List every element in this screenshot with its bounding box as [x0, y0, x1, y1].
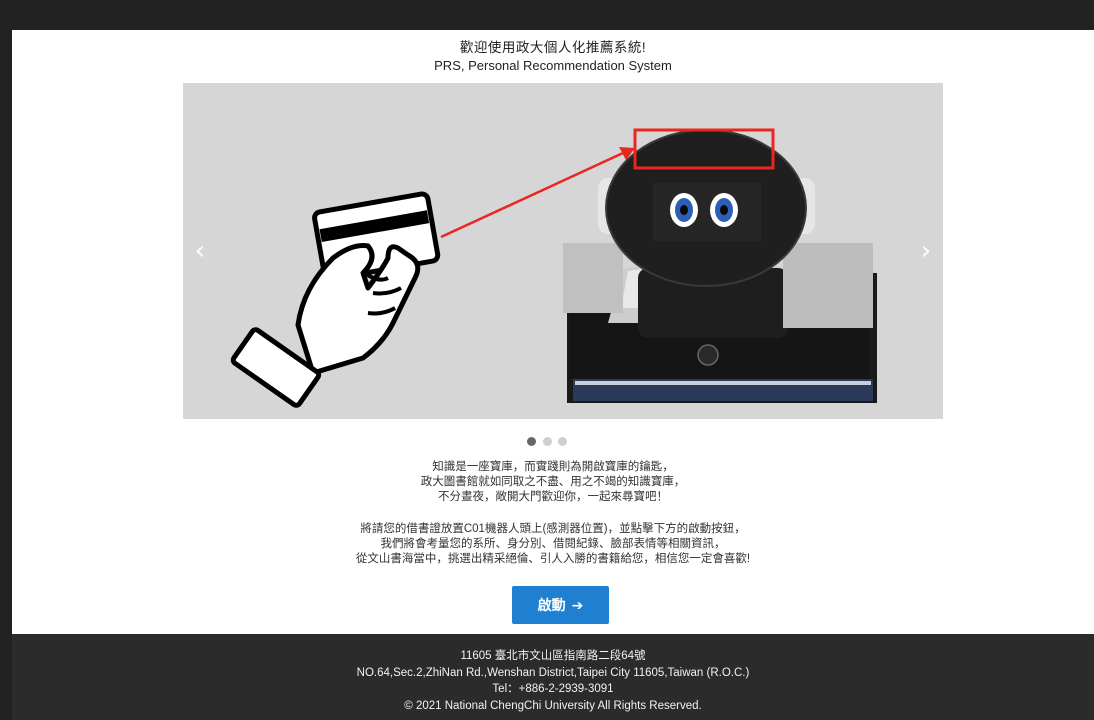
carousel-indicator-3[interactable] — [557, 437, 567, 446]
carousel-prev-button[interactable]: ‹ — [183, 233, 217, 269]
footer-tel: Tel：+886-2-2939-3091 — [492, 683, 614, 695]
start-button[interactable]: 啟動 ➔ — [512, 586, 609, 624]
carousel-indicator-1[interactable] — [527, 437, 537, 446]
page-title-zh: 歡迎使用政大個人化推薦系統! — [459, 40, 647, 55]
intro-line: 不分晝夜，敞開大門歡迎你，一起來尋寶吧！ — [438, 491, 668, 503]
instructions-text: 將請您的借書證放置C01機器人頭上(感測器位置)，並點擊下方的啟動按鈕， 我們將… — [12, 522, 1094, 567]
carousel-indicators — [0, 433, 1094, 447]
carousel-indicator-2[interactable] — [542, 437, 552, 446]
instruction-line: 我們將會考量您的系所、身分別、借閱紀錄、臉部表情等相關資訊， — [380, 538, 726, 550]
footer-address-zh: 11605 臺北市文山區指南路二段64號 — [460, 650, 646, 662]
carousel: ‹ › — [183, 83, 943, 419]
page-header: 歡迎使用政大個人化推薦系統! PRS, Personal Recommendat… — [12, 30, 1094, 75]
start-button-label: 啟動 — [537, 597, 566, 613]
intro-line: 知識是一座寶庫，而實踐則為開啟寶庫的鑰匙， — [432, 461, 674, 473]
arrow-right-icon: ➔ — [571, 598, 584, 614]
footer-copyright: © 2021 National ChengChi University All … — [404, 699, 702, 712]
left-frame-border — [0, 0, 12, 720]
page-title-en: PRS, Personal Recommendation System — [434, 58, 672, 73]
instruction-line: 從文山書海當中，挑選出精采絕倫、引人入勝的書籍給您，相信您一定會喜歡! — [355, 553, 751, 565]
footer-address-en: NO.64,Sec.2,ZhiNan Rd.,Wenshan District,… — [356, 666, 750, 679]
top-bar — [0, 0, 1094, 30]
carousel-slide-image — [183, 83, 943, 419]
footer: 11605 臺北市文山區指南路二段64號 NO.64,Sec.2,ZhiNan … — [12, 634, 1094, 720]
intro-text: 知識是一座寶庫，而實踐則為開啟寶庫的鑰匙， 政大圖書館就如同取之不盡、用之不竭的… — [12, 460, 1094, 505]
carousel-next-button[interactable]: › — [909, 233, 943, 269]
intro-line: 政大圖書館就如同取之不盡、用之不竭的知識寶庫， — [420, 476, 686, 488]
instruction-line: 將請您的借書證放置C01機器人頭上(感測器位置)，並點擊下方的啟動按鈕， — [360, 523, 746, 535]
